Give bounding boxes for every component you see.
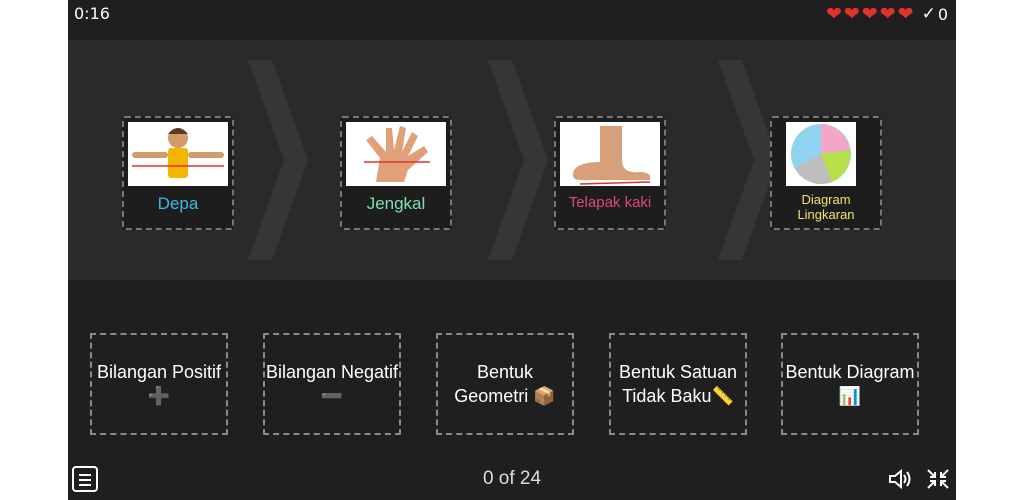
- heart-icon: ❤: [861, 3, 878, 25]
- card-label: Diagram Lingkaran: [797, 192, 855, 222]
- answer-bentuk-diagram[interactable]: Bentuk Diagram 📊: [781, 333, 919, 435]
- heart-icon: ❤: [879, 3, 896, 25]
- card-diagram-lingkaran[interactable]: Diagram Lingkaran: [770, 116, 882, 230]
- answer-label: Bilangan Positif ➕: [96, 362, 222, 406]
- volume-icon[interactable]: [888, 468, 912, 494]
- foot-image: [560, 122, 660, 186]
- footer-controls: [888, 468, 950, 494]
- check-icon: ✓: [921, 4, 936, 24]
- card-label: Jengkal: [366, 194, 426, 213]
- status-bar: ❤ ❤ ❤ ❤ ❤ ✓ 0: [826, 4, 948, 24]
- answer-label: Bentuk Satuan Tidak Baku📏: [618, 362, 738, 406]
- hand-span-image: [346, 122, 446, 186]
- collapse-icon[interactable]: [926, 468, 950, 494]
- card-label: Depa: [157, 194, 199, 213]
- heart-icon: ❤: [843, 3, 860, 25]
- answer-label: Bentuk Diagram 📊: [785, 362, 915, 406]
- answer-bentuk-geometri[interactable]: Bentuk Geometri 📦: [436, 333, 574, 435]
- timer: 0:16: [74, 4, 110, 23]
- card-jengkal[interactable]: Jengkal: [340, 116, 452, 230]
- answer-satuan-tidak-baku[interactable]: Bentuk Satuan Tidak Baku📏: [609, 333, 747, 435]
- heart-icon: ❤: [825, 3, 842, 25]
- answer-label: Bilangan Negatif ➖: [265, 362, 399, 406]
- game-stage: 0:16 ❤ ❤ ❤ ❤ ❤ ✓ 0 Depa Jengkal Telapak …: [68, 0, 956, 500]
- answer-label: Bentuk Geometri 📦: [454, 362, 556, 406]
- heart-icon: ❤: [897, 3, 914, 25]
- card-telapak-kaki[interactable]: Telapak kaki: [554, 116, 666, 230]
- score-count: 0: [937, 4, 948, 24]
- pie-chart-image: [786, 122, 856, 186]
- card-label: Telapak kaki: [568, 194, 652, 211]
- card-depa[interactable]: Depa: [122, 116, 234, 230]
- answer-bilangan-negatif[interactable]: Bilangan Negatif ➖: [263, 333, 401, 435]
- arms-spread-image: [128, 122, 228, 186]
- answer-bilangan-positif[interactable]: Bilangan Positif ➕: [90, 333, 228, 435]
- progress-counter: 0 of 24: [482, 468, 542, 489]
